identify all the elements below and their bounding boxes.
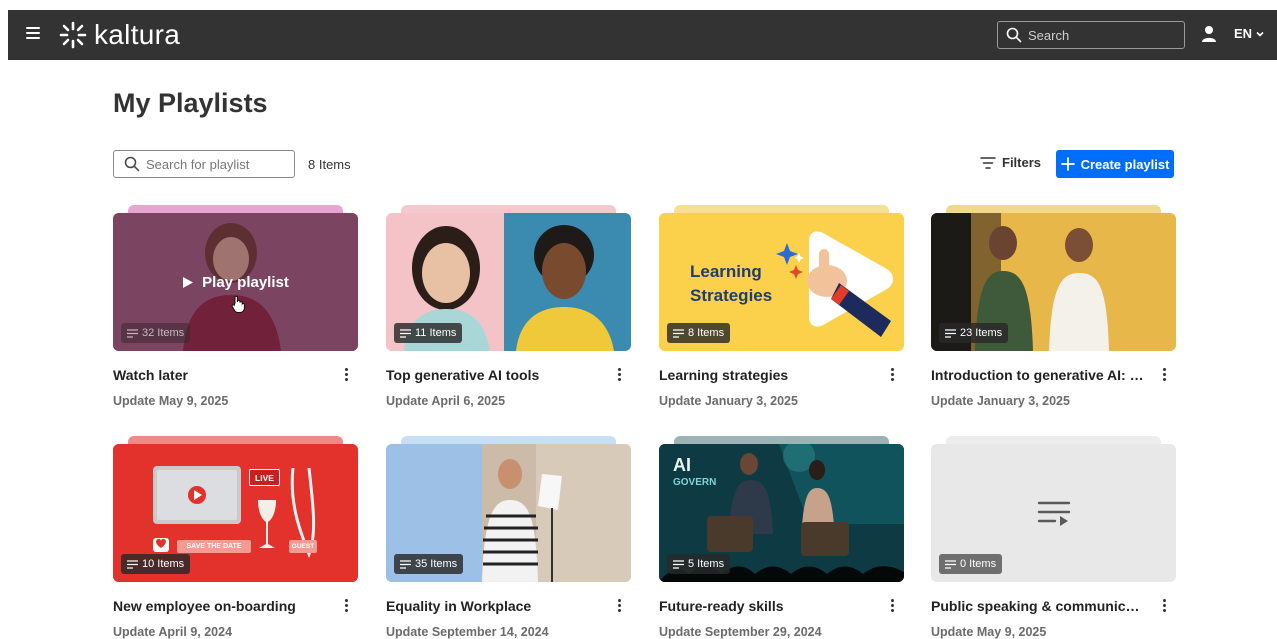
playlist-thumbnail[interactable]: 0 Items bbox=[931, 444, 1176, 582]
more-options-icon[interactable] bbox=[887, 368, 897, 384]
playlist-thumbnail[interactable]: 11 Items bbox=[386, 213, 631, 351]
search-icon bbox=[124, 156, 140, 172]
language-selector[interactable]: EN bbox=[1234, 26, 1265, 41]
thumbnail-heading: AI GOVERN bbox=[673, 456, 716, 492]
playlist-title[interactable]: Equality in Workplace bbox=[386, 598, 601, 614]
item-count: 8 Items bbox=[308, 157, 351, 172]
language-label: EN bbox=[1234, 26, 1253, 41]
thumbnail-heading-line-2: Strategies bbox=[690, 286, 773, 305]
playlist-updated-date: Update May 9, 2025 bbox=[113, 394, 229, 408]
item-count-badge: 5 Items bbox=[667, 554, 731, 574]
playlist-thumbnail[interactable]: Play playlist 32 Items bbox=[113, 213, 358, 351]
playlist-title[interactable]: Introduction to generative AI: U... bbox=[931, 367, 1146, 383]
playlist-updated-date: Update September 29, 2024 bbox=[659, 625, 822, 639]
live-tag: LIVE bbox=[249, 469, 280, 486]
playlist-updated-date: Update May 9, 2025 bbox=[931, 625, 1047, 639]
item-count-label: 32 Items bbox=[142, 327, 185, 339]
playlist-title[interactable]: Top generative AI tools bbox=[386, 367, 601, 383]
playlist-title[interactable]: New employee on-boarding bbox=[113, 598, 328, 614]
more-options-icon[interactable] bbox=[614, 599, 624, 615]
filters-label: Filters bbox=[1002, 155, 1042, 170]
kaltura-logo-icon bbox=[59, 21, 87, 49]
menu-icon[interactable] bbox=[26, 27, 40, 41]
playlist-icon bbox=[127, 328, 138, 338]
thumbnail-heading-line-1: Learning bbox=[690, 262, 762, 281]
playlist-thumbnail[interactable]: 23 Items bbox=[931, 213, 1176, 351]
item-count-label: 35 Items bbox=[415, 558, 458, 570]
playlist-updated-date: Update April 9, 2024 bbox=[113, 625, 233, 639]
guest-tag: GUEST bbox=[289, 540, 317, 553]
kaltura-logo[interactable]: kaltura bbox=[56, 19, 181, 50]
playlist-icon bbox=[945, 559, 956, 569]
filter-icon bbox=[980, 156, 996, 169]
play-playlist-label: Play playlist bbox=[202, 273, 289, 291]
playlist-title[interactable]: Learning strategies bbox=[659, 367, 874, 383]
item-count-badge: 23 Items bbox=[939, 323, 1009, 343]
playlist-icon bbox=[673, 559, 684, 569]
playlist-updated-date: Update January 3, 2025 bbox=[931, 394, 1070, 408]
item-count-badge: 35 Items bbox=[394, 554, 464, 574]
item-count-badge: 32 Items bbox=[121, 323, 191, 343]
top-bar: kaltura EN bbox=[8, 10, 1277, 60]
user-icon[interactable] bbox=[1201, 25, 1217, 43]
playlist-updated-date: Update April 6, 2025 bbox=[386, 394, 506, 408]
playlist-updated-date: Update January 3, 2025 bbox=[659, 394, 798, 408]
playlist-icon bbox=[945, 328, 956, 338]
playlist-icon bbox=[127, 559, 138, 569]
hand-cursor-icon bbox=[231, 295, 245, 313]
item-count-badge: 11 Items bbox=[394, 323, 463, 343]
playlist-placeholder-icon bbox=[1037, 501, 1071, 526]
page-title: My Playlists bbox=[113, 88, 268, 118]
brand-name: kaltura bbox=[94, 19, 181, 50]
item-count-label: 0 Items bbox=[960, 558, 997, 570]
playlist-search[interactable] bbox=[113, 150, 295, 178]
playlist-icon bbox=[673, 328, 684, 338]
item-count-label: 8 Items bbox=[688, 327, 725, 339]
more-options-icon[interactable] bbox=[614, 368, 624, 384]
create-playlist-button[interactable]: Create playlist bbox=[1056, 150, 1174, 178]
more-options-icon[interactable] bbox=[341, 599, 351, 615]
playlist-thumbnail[interactable]: Learning Strategies 8 Items bbox=[659, 213, 904, 351]
playlist-title[interactable]: Future-ready skills bbox=[659, 598, 874, 614]
more-options-icon[interactable] bbox=[1159, 599, 1169, 615]
thumbnail-heading-line-2: GOVERN bbox=[673, 477, 717, 488]
global-search-input[interactable] bbox=[1028, 27, 1168, 43]
item-count-label: 10 Items bbox=[142, 558, 185, 570]
playlist-thumbnail[interactable]: LIVE SAVE THE DATE GUEST 10 Items bbox=[113, 444, 358, 582]
item-count-label: 5 Items bbox=[688, 558, 725, 570]
playlist-thumbnail[interactable]: AI GOVERN 5 Items bbox=[659, 444, 904, 582]
item-count-badge: 0 Items bbox=[939, 554, 1003, 574]
item-count-badge: 8 Items bbox=[667, 323, 731, 343]
playlist-title[interactable]: Public speaking & communicatio... bbox=[931, 598, 1146, 614]
more-options-icon[interactable] bbox=[1159, 368, 1169, 384]
filters-button[interactable]: Filters bbox=[980, 155, 1041, 170]
thumbnail-heading-line-1: AI bbox=[673, 455, 691, 475]
item-count-badge: 10 Items bbox=[121, 554, 191, 574]
chevron-down-icon bbox=[1256, 31, 1264, 37]
playlist-icon bbox=[400, 328, 411, 338]
search-icon bbox=[1006, 27, 1022, 43]
more-options-icon[interactable] bbox=[341, 368, 351, 384]
playlist-thumbnail[interactable]: 35 Items bbox=[386, 444, 631, 582]
item-count-label: 23 Items bbox=[960, 327, 1003, 339]
create-playlist-label: Create playlist bbox=[1080, 156, 1170, 172]
play-icon bbox=[183, 276, 194, 288]
more-options-icon[interactable] bbox=[887, 599, 897, 615]
plus-icon bbox=[1060, 157, 1075, 171]
save-the-date-tag: SAVE THE DATE bbox=[177, 540, 251, 553]
playlist-updated-date: Update September 14, 2024 bbox=[386, 625, 549, 639]
thumbnail-heading: Learning Strategies bbox=[690, 260, 772, 308]
playlist-title[interactable]: Watch later bbox=[113, 367, 328, 383]
playlist-search-input[interactable] bbox=[146, 156, 286, 172]
item-count-label: 11 Items bbox=[415, 327, 457, 339]
global-search[interactable] bbox=[997, 21, 1185, 49]
playlist-icon bbox=[400, 559, 411, 569]
